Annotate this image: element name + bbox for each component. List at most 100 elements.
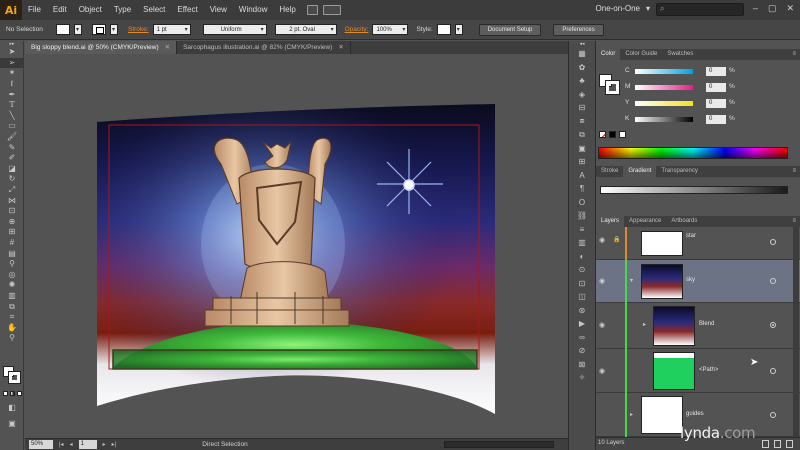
opacity-field[interactable]: 100%: [372, 24, 409, 35]
magic-wand-icon[interactable]: ✧: [569, 371, 595, 385]
last-artboard-button[interactable]: ▸|: [112, 441, 117, 448]
none-mode-icon[interactable]: [17, 391, 22, 396]
tab-appearance[interactable]: Appearance: [624, 216, 666, 227]
info-icon[interactable]: ⊞: [569, 155, 595, 169]
links-icon[interactable]: ⛓: [569, 209, 595, 223]
eyedropper-tool-icon[interactable]: ⚲: [0, 259, 24, 270]
gradient-icon[interactable]: ▥: [569, 236, 595, 250]
appearance-icon[interactable]: ⊙: [569, 263, 595, 277]
attributes-icon[interactable]: ∞: [569, 331, 595, 345]
variable-width-profile[interactable]: Uniform: [202, 24, 267, 35]
menu-edit[interactable]: Edit: [47, 0, 73, 20]
opentype-icon[interactable]: O: [569, 196, 595, 210]
actions-icon[interactable]: ▶: [569, 317, 595, 331]
artboard-tool-icon[interactable]: ⧉: [0, 301, 24, 312]
none-color-icon[interactable]: [599, 131, 606, 138]
white-color-icon[interactable]: [619, 131, 626, 138]
layer-name[interactable]: sky: [686, 277, 695, 283]
graphic-styles-icon[interactable]: ◈: [569, 88, 595, 102]
tab-layers[interactable]: Layers: [596, 216, 625, 227]
slice-tool-icon[interactable]: ⌗: [0, 312, 24, 323]
rectangle-tool-icon[interactable]: ▭: [0, 121, 24, 132]
menu-help[interactable]: Help: [273, 0, 301, 20]
next-artboard-button[interactable]: ▸: [103, 441, 106, 448]
paragraph-icon[interactable]: ¶: [569, 182, 595, 196]
maximize-icon[interactable]: ▢: [768, 3, 777, 14]
visibility-eye-icon[interactable]: ◉: [599, 277, 605, 285]
pathfinder-icon[interactable]: ⧉: [569, 128, 595, 142]
tab-color-guide[interactable]: Color Guide: [620, 49, 662, 60]
transparency-icon[interactable]: ◐: [569, 250, 595, 264]
artboards-icon[interactable]: ⊡: [569, 277, 595, 291]
direct-selection-tool-icon[interactable]: ➢: [0, 57, 24, 69]
visibility-eye-icon[interactable]: ◉: [599, 321, 605, 329]
paintbrush-tool-icon[interactable]: 🖌: [0, 132, 24, 143]
menu-view[interactable]: View: [204, 0, 233, 20]
mesh-tool-icon[interactable]: #: [0, 238, 24, 249]
search-input[interactable]: ⌕: [656, 3, 744, 16]
layer-target-icon[interactable]: [770, 278, 776, 284]
tab-big-sloppy-blend[interactable]: Big sloppy blend.ai @ 50% (CMYK/Preview)…: [25, 41, 178, 54]
panel-menu-icon[interactable]: ≡: [792, 49, 796, 60]
black-color-icon[interactable]: [609, 131, 616, 138]
magenta-value[interactable]: 0: [706, 83, 726, 92]
character-icon[interactable]: A: [569, 169, 595, 183]
fill-swatch[interactable]: [56, 24, 70, 35]
graphic-style-icon[interactable]: ⊘: [569, 344, 595, 358]
tab-close-icon[interactable]: ✕: [165, 44, 170, 51]
tab-sarcophagus-illustration[interactable]: Sarcophagus illustration.ai @ 82% (CMYK/…: [177, 41, 351, 54]
layers-icon[interactable]: ◫: [569, 290, 595, 304]
menu-select[interactable]: Select: [137, 0, 171, 20]
variables-icon[interactable]: ⊠: [569, 358, 595, 372]
new-layer-icon[interactable]: [774, 440, 781, 448]
layer-name[interactable]: <Path>: [699, 367, 718, 373]
symbols-icon[interactable]: ♣: [569, 74, 595, 88]
layer-name[interactable]: star: [686, 233, 696, 239]
tab-color[interactable]: Color: [596, 49, 621, 60]
panel-menu-icon[interactable]: ≡: [792, 166, 796, 177]
preferences-button[interactable]: Preferences: [553, 23, 604, 36]
workspace-switcher[interactable]: One-on-One: [596, 4, 650, 13]
color-spectrum[interactable]: [598, 147, 788, 159]
menu-file[interactable]: File: [22, 0, 47, 20]
first-artboard-button[interactable]: |◂: [59, 441, 64, 448]
yellow-value[interactable]: 0: [706, 99, 726, 108]
black-slider[interactable]: [635, 117, 693, 122]
layer-name[interactable]: guides: [686, 411, 704, 417]
align-icon[interactable]: ⧈: [569, 115, 595, 129]
swatches-icon[interactable]: ▦: [569, 47, 595, 61]
type-tool-icon[interactable]: T: [0, 100, 24, 111]
drawing-modes-icon[interactable]: ◧: [0, 403, 24, 414]
perspective-grid-tool-icon[interactable]: ⊞: [0, 227, 24, 238]
new-sublayer-icon[interactable]: [762, 440, 769, 448]
width-tool-icon[interactable]: ⋈: [0, 195, 24, 206]
hand-tool-icon[interactable]: ✋: [0, 322, 24, 333]
eraser-tool-icon[interactable]: ◪: [0, 164, 24, 175]
pencil-tool-icon[interactable]: ✎: [0, 142, 24, 153]
pen-tool-icon[interactable]: ✒: [0, 89, 24, 100]
tab-close-icon[interactable]: ✕: [338, 44, 343, 51]
layer-row-sky[interactable]: ◉ ▾ sky: [596, 260, 800, 303]
gradient-tool-icon[interactable]: ▤: [0, 248, 24, 259]
layer-target-icon[interactable]: [770, 239, 776, 245]
menu-window[interactable]: Window: [233, 0, 273, 20]
artboard-number-field[interactable]: 1: [78, 440, 97, 449]
layer-row-star[interactable]: ◉ 🔒 star: [596, 227, 800, 260]
rotate-tool-icon[interactable]: ↻: [0, 174, 24, 185]
layer-name[interactable]: Blend: [699, 321, 714, 327]
panel-menu-icon[interactable]: ≡: [792, 216, 796, 227]
magic-wand-tool-icon[interactable]: ✶: [0, 68, 24, 79]
tab-artboards[interactable]: Artboards: [666, 216, 702, 227]
visibility-eye-icon[interactable]: ◉: [599, 236, 605, 244]
magenta-slider[interactable]: [635, 85, 693, 90]
cyan-slider[interactable]: [635, 69, 693, 74]
visibility-eye-icon[interactable]: ◉: [599, 367, 605, 375]
opacity-label[interactable]: Opacity:: [345, 26, 369, 33]
zoom-tool-icon[interactable]: ⚲: [0, 333, 24, 344]
stroke-swatch[interactable]: [92, 24, 106, 35]
yellow-slider[interactable]: [635, 101, 693, 106]
brushes-icon[interactable]: ✿: [569, 61, 595, 75]
stroke-color-dropdown[interactable]: [110, 24, 118, 35]
symbol-sprayer-tool-icon[interactable]: ✺: [0, 280, 24, 291]
tab-gradient[interactable]: Gradient: [623, 166, 657, 177]
